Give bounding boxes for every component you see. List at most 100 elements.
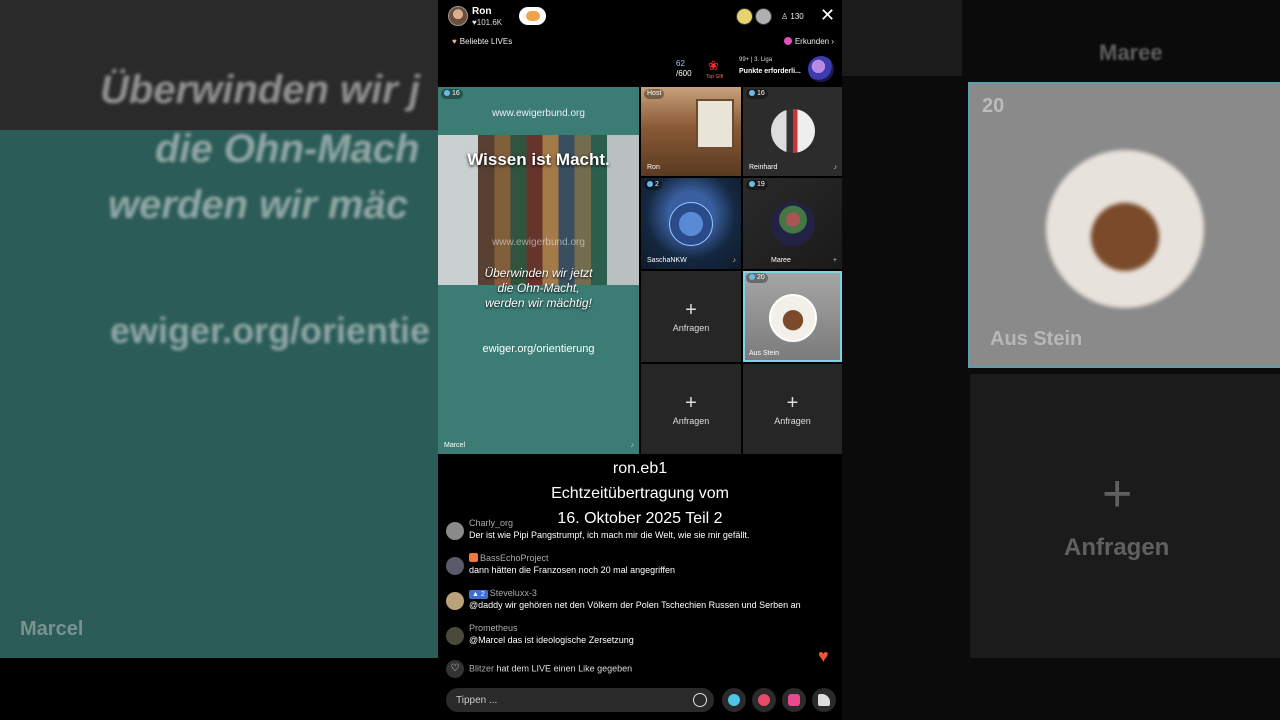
comment-text: @daddy wir gehören net den Völkern der P… [469, 600, 801, 610]
guest-name: Maree [771, 257, 791, 264]
rank-badge: ▲ 2 [469, 590, 488, 599]
guest-grid: 16 www.ewigerbund.org Wissen ist Macht. … [438, 87, 842, 454]
share-button[interactable] [812, 688, 836, 712]
emoji-icon[interactable] [693, 693, 707, 707]
chevron-right-icon: › [831, 37, 834, 46]
guest-name: SaschaNKW [647, 257, 687, 264]
comment-user-wrap[interactable]: ▲ 2 Steveluxx-3 [469, 588, 537, 599]
league-hint: Punkte erforderli... [739, 68, 801, 75]
sub-header: ♥ Beliebte LIVEs Erkunden › [438, 34, 842, 52]
bg-avatar [1046, 150, 1204, 308]
avatar[interactable] [446, 522, 464, 540]
room-image [696, 99, 734, 149]
top-bar: Ron ♥101.6K ♙ 130 ✕ [438, 0, 842, 34]
comment-text: dann hätten die Franzosen noch 20 mal an… [469, 565, 675, 575]
slogan-line: Überwinden wir jetzt [484, 266, 593, 280]
follow-icon [525, 11, 540, 21]
follow-button[interactable] [519, 7, 546, 25]
request-tile[interactable]: + Anfragen [743, 364, 842, 454]
comment-input-wrap[interactable] [446, 688, 714, 712]
comment-text: @Marcel das ist ideologische Zersetzung [469, 635, 634, 645]
goal-target: /600 [676, 69, 692, 78]
comment-input[interactable] [456, 692, 676, 708]
comment-user[interactable]: Charly_org [469, 518, 513, 528]
bg-badge: 20 [982, 95, 1005, 117]
viewer-avatar[interactable] [755, 8, 772, 25]
request-label: Anfragen [672, 323, 710, 333]
guest-name: Ron [647, 164, 660, 171]
guest-tile-main[interactable]: 16 www.ewigerbund.org Wissen ist Macht. … [438, 87, 639, 454]
bg-label: Marcel [20, 618, 84, 640]
bg-name: Aus Stein [990, 328, 1083, 350]
popular-lives-link[interactable]: ♥ Beliebte LIVEs [452, 37, 512, 46]
mic-off-icon: ♪ [630, 442, 635, 449]
badge-icon [749, 181, 755, 187]
request-label: Anfragen [774, 416, 811, 426]
request-tile[interactable]: + Anfragen [641, 271, 741, 362]
avatar[interactable] [446, 627, 464, 645]
request-tile[interactable]: + Anfragen [641, 364, 741, 454]
viewer-badge: 16 [441, 89, 463, 99]
host-name[interactable]: Ron [472, 6, 491, 17]
viewer-count[interactable]: ♙ 130 [781, 12, 804, 21]
comment-text: Der ist wie Pipi Pangstrumpf, ich mach m… [469, 530, 750, 540]
top-viewers[interactable] [736, 8, 774, 25]
host-likes: ♥101.6K [472, 18, 503, 27]
explore-icon [783, 37, 792, 45]
heart-outline-icon: ♡ [446, 660, 464, 678]
plus-icon: + [685, 299, 697, 321]
like-text: hat dem LIVE einen Like gegeben [496, 663, 633, 674]
comment-user: Steveluxx-3 [489, 588, 537, 598]
rose-label: Top Gift [706, 74, 724, 80]
comment-user-wrap[interactable]: BassEchoProject [469, 553, 549, 563]
viewer-badge: 19 [746, 180, 768, 190]
guest-tile-maree[interactable]: 19 Maree + [743, 178, 842, 269]
badge-icon [749, 90, 755, 96]
league-avatar[interactable] [808, 56, 834, 82]
badge-icon [749, 274, 755, 280]
guest-avatar [771, 202, 815, 246]
avatar[interactable] [446, 557, 464, 575]
guest-name: Aus Stein [749, 350, 779, 357]
multi-guest-button[interactable] [722, 688, 746, 712]
goal-progress[interactable]: 62 /600 [676, 59, 692, 79]
gift-button[interactable] [782, 688, 806, 712]
bottom-actions [722, 688, 842, 712]
mic-off-icon: ♪ [732, 257, 737, 264]
url-top: www.ewigerbund.org [492, 108, 585, 119]
rank-icon: ▲ [472, 591, 479, 598]
comment-user[interactable]: Prometheus [469, 623, 518, 633]
add-icon[interactable]: + [833, 257, 837, 264]
gift-icon [788, 694, 800, 706]
explore-link[interactable]: Erkunden › [783, 37, 834, 46]
bg-anfragen: Anfragen [1064, 534, 1170, 561]
bg-text-line: werden wir mäc [108, 183, 409, 227]
person-icon: ♙ [781, 12, 789, 21]
rose-icon[interactable]: ❀ [708, 58, 724, 73]
title-line: ron.eb1 [612, 460, 668, 477]
guest-tile-aus-stein[interactable]: 20 Aus Stein [743, 271, 842, 362]
league-rank[interactable]: 99+ | 3. Liga [739, 57, 772, 63]
heart-icon: ♥ [452, 37, 457, 46]
guest-avatar [771, 109, 815, 153]
guest-name: Marcel [444, 442, 466, 449]
avatar[interactable] [446, 592, 464, 610]
guest-name: Reinhard [749, 164, 778, 171]
comment-user: BassEchoProject [480, 553, 549, 563]
viewer-avatar[interactable] [736, 8, 753, 25]
guest-tile-reinhard[interactable]: 16 Reinhard ♪ [743, 87, 842, 176]
guest-avatar [769, 294, 817, 342]
host-avatar[interactable] [448, 6, 468, 26]
close-icon[interactable]: ✕ [820, 6, 835, 24]
badge-icon [444, 90, 450, 96]
background-left: Überwinden wir j die Ohn-Mach werden wir… [0, 0, 438, 720]
like-user[interactable]: Blitzer [469, 663, 494, 673]
rank-value: 2 [480, 591, 485, 598]
guest-tile-host[interactable]: Host Ron [641, 87, 741, 176]
guest-tile-sascha[interactable]: 2 SaschaNKW ♪ [641, 178, 741, 269]
rose-button[interactable] [752, 688, 776, 712]
url-bottom: ewiger.org/orientierung [482, 343, 595, 355]
slogan-line: die Ohn-Macht, [497, 281, 580, 295]
popular-label: Beliebte LIVEs [459, 37, 513, 46]
guest-avatar [669, 202, 713, 246]
